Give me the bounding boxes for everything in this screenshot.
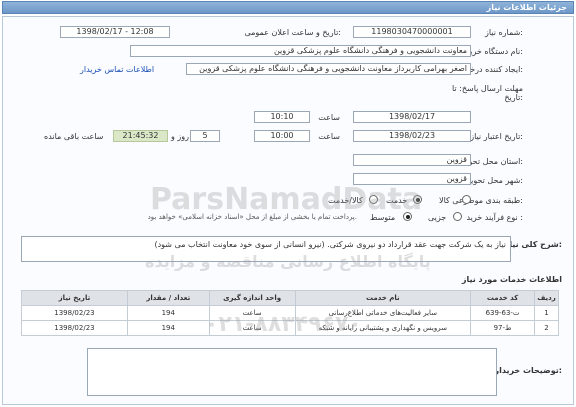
response-time-label: ساعت [318, 113, 340, 122]
days-label: روز و [171, 132, 189, 141]
city-label: شهر محل تحویل: [465, 176, 523, 185]
need-number-field[interactable]: 1198030470000001 [353, 26, 471, 38]
col-quantity: تعداد / مقدار [126, 290, 210, 306]
remaining-time-label: ساعت باقی مانده [44, 132, 104, 141]
unit: ساعت [208, 305, 296, 321]
buyer-notes-box[interactable] [87, 348, 497, 396]
service-code: ت-63-639 [470, 305, 536, 321]
province-field[interactable]: قزوین [353, 154, 471, 166]
category-goods-radio[interactable] [462, 195, 471, 204]
service-name: سرویس و نگهداری و پشتیبانی رایانه و شبکه [294, 320, 472, 336]
table-row[interactable]: 1 ت-63-639 سایر فعالیت‌های خدماتی اطلاع‌… [21, 305, 559, 321]
remaining-time-field: 21:45:32 [113, 130, 168, 142]
response-deadline-label: مهلت ارسال پاسخ: تا تاریخ: [451, 84, 523, 102]
validity-time-field[interactable]: 10:00 [254, 130, 310, 142]
validity-date-field[interactable]: 1398/02/23 [353, 130, 471, 142]
col-need-date: تاریخ نیاز [21, 290, 128, 306]
buyer-contact-link[interactable]: اطلاعات تماس خریدار [80, 65, 154, 74]
need-date: 1398/02/23 [21, 305, 128, 321]
process-minor-label: جزیی [428, 213, 447, 222]
announce-datetime-field[interactable]: 1398/02/17 - 12:08 [60, 26, 170, 38]
services-table: ردیف کد خدمت نام خدمت واحد اندازه گیری ت… [21, 290, 559, 336]
service-code: ط-97 [470, 320, 536, 336]
announce-datetime-label: تاریخ و ساعت اعلان عمومی: [244, 28, 341, 37]
city-field[interactable]: قزوین [353, 173, 471, 185]
process-medium-label: متوسط [370, 213, 396, 222]
table-header-row: ردیف کد خدمت نام خدمت واحد اندازه گیری ت… [21, 290, 559, 306]
creator-field[interactable]: اصغر بهرامی کاربرداز معاونت دانشجویی و ف… [186, 63, 471, 75]
category-service-label: خدمت [386, 196, 408, 205]
category-goods-label: کالا [439, 196, 450, 205]
col-service-name: نام خدمت [294, 290, 472, 306]
row-number: 2 [534, 320, 559, 336]
services-section-title: اطلاعات خدمات مورد نیاز [461, 275, 562, 284]
process-note: پرداخت تمام یا بخشی از مبلغ از محل «اسنا… [147, 213, 357, 221]
page-title: جزئیات اطلاعات نیاز [486, 3, 567, 12]
need-date: 1398/02/23 [21, 320, 128, 336]
quantity: 194 [126, 305, 210, 321]
buyer-notes-label: توضیحات خریدار: [494, 366, 562, 375]
category-both-radio[interactable] [369, 195, 378, 204]
row-number: 1 [534, 305, 559, 321]
col-row-number: ردیف [534, 290, 559, 306]
response-time-field[interactable]: 10:10 [254, 111, 310, 123]
quantity: 194 [126, 320, 210, 336]
validity-time-label: ساعت [318, 132, 340, 141]
page-header: جزئیات اطلاعات نیاز [2, 1, 574, 14]
buyer-field[interactable]: معاونت دانشجویی و فرهنگی دانشگاه علوم پز… [130, 45, 471, 57]
days-remaining-field[interactable]: 5 [190, 130, 220, 142]
category-service-radio[interactable] [413, 195, 422, 204]
process-medium-radio[interactable] [403, 212, 412, 221]
col-unit: واحد اندازه گیری [208, 290, 296, 306]
validity-label: تاریخ اعتبار نیاز: [470, 132, 523, 141]
service-name: سایر فعالیت‌های خدماتی اطلاع‌رسانی [294, 305, 472, 321]
response-date-field[interactable]: 1398/02/17 [353, 111, 471, 123]
unit: ساعت [208, 320, 296, 336]
process-minor-radio[interactable] [453, 212, 462, 221]
description-label: شرح کلی نیاز: [504, 240, 562, 249]
need-number-label: شماره نیاز: [484, 28, 523, 37]
col-service-code: کد خدمت [470, 290, 536, 306]
table-row[interactable]: 2 ط-97 سرویس و نگهداری و پشتیبانی رایانه… [21, 320, 559, 336]
process-type-label: نوع فرآیند خرید : [466, 213, 523, 222]
description-box[interactable]: نیاز به یک شرکت جهت عقد قرارداد دو نیروی… [21, 236, 511, 262]
category-both-label: کالا/خدمت [328, 196, 363, 205]
